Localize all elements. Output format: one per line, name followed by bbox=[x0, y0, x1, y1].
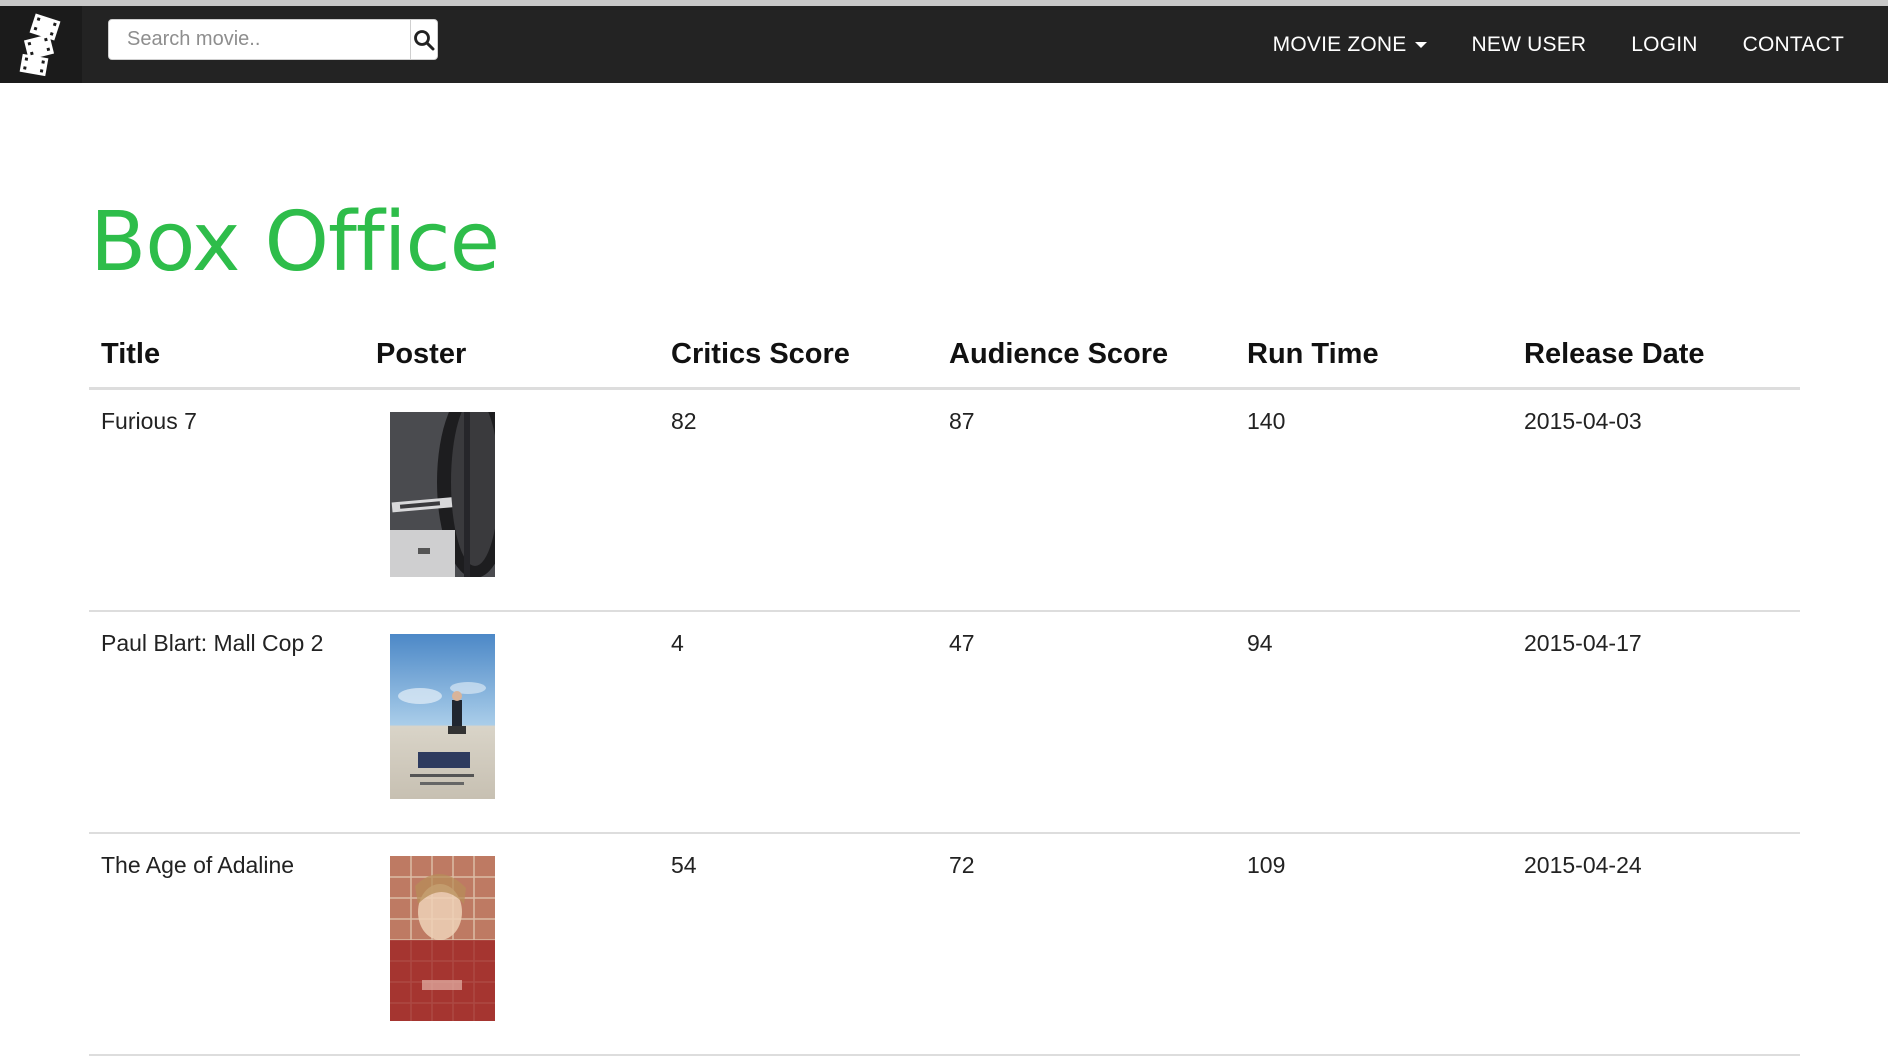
search-box bbox=[108, 19, 438, 60]
header-critics-score: Critics Score bbox=[659, 330, 937, 390]
run-time: 140 bbox=[1235, 388, 1512, 612]
release-date: 2015-04-03 bbox=[1512, 388, 1800, 612]
run-time: 94 bbox=[1235, 611, 1512, 834]
poster-cell bbox=[364, 611, 659, 834]
nav-links: MOVIE ZONE NEW USER LOGIN CONTACT bbox=[1228, 6, 1844, 83]
poster-cell bbox=[364, 388, 659, 612]
audience-score: 72 bbox=[937, 833, 1235, 1056]
search-icon bbox=[414, 29, 435, 50]
nav-new-user[interactable]: NEW USER bbox=[1472, 33, 1587, 57]
header-audience-score: Audience Score bbox=[937, 330, 1235, 390]
poster-cell bbox=[364, 833, 659, 1056]
movie-title: Paul Blart: Mall Cop 2 bbox=[89, 611, 364, 834]
header-run-time: Run Time bbox=[1235, 330, 1512, 390]
box-office-table: Title Poster Critics Score Audience Scor… bbox=[89, 330, 1800, 1056]
paul-blart-mall-cop-2-poster[interactable] bbox=[390, 634, 495, 799]
release-date: 2015-04-17 bbox=[1512, 611, 1800, 834]
header-title: Title bbox=[89, 330, 364, 390]
page-title: Box Office bbox=[90, 195, 500, 290]
search-button[interactable] bbox=[410, 20, 437, 59]
header-poster: Poster bbox=[364, 330, 659, 390]
table-header-row: Title Poster Critics Score Audience Scor… bbox=[89, 330, 1800, 390]
audience-score: 87 bbox=[937, 388, 1235, 612]
header-release-date: Release Date bbox=[1512, 330, 1800, 390]
nav-movie-zone-label: MOVIE ZONE bbox=[1272, 32, 1407, 56]
the-age-of-adaline-poster[interactable] bbox=[390, 856, 495, 1021]
critics-score: 54 bbox=[659, 833, 937, 1056]
movie-title: The Age of Adaline bbox=[89, 833, 364, 1056]
movie-title: Furious 7 bbox=[89, 388, 364, 612]
table-row: Furious 7 82 87 140 2015-04-03 bbox=[89, 388, 1800, 612]
run-time: 109 bbox=[1235, 833, 1512, 1056]
nav-contact[interactable]: CONTACT bbox=[1743, 33, 1844, 57]
home-logo[interactable] bbox=[0, 6, 82, 83]
search-input[interactable] bbox=[109, 20, 410, 59]
table-row: The Age of Adaline 54 72 109 2015-04-24 bbox=[89, 833, 1800, 1056]
caret-down-icon bbox=[1414, 41, 1427, 48]
release-date: 2015-04-24 bbox=[1512, 833, 1800, 1056]
nav-movie-zone-dropdown[interactable]: MOVIE ZONE bbox=[1273, 33, 1427, 57]
audience-score: 47 bbox=[937, 611, 1235, 834]
top-navbar: MOVIE ZONE NEW USER LOGIN CONTACT bbox=[0, 6, 1888, 83]
critics-score: 4 bbox=[659, 611, 937, 834]
furious-7-poster[interactable] bbox=[390, 412, 495, 577]
table-row: Paul Blart: Mall Cop 2 4 47 94 2015-04-1… bbox=[89, 611, 1800, 834]
critics-score: 82 bbox=[659, 388, 937, 612]
nav-login[interactable]: LOGIN bbox=[1631, 33, 1697, 57]
film-reel-icon bbox=[19, 12, 61, 76]
